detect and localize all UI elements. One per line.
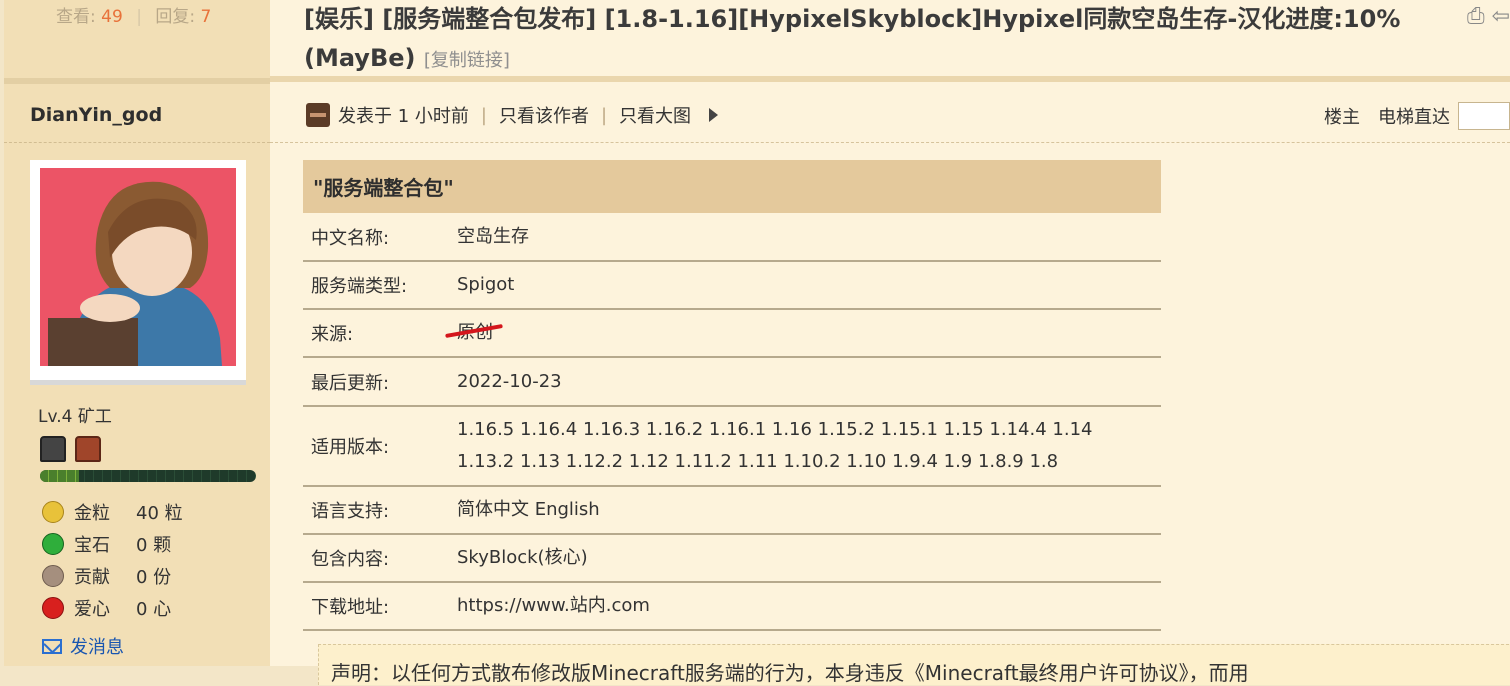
user-assets: 金粒 40 粒 宝石 0 颗 贡献 0 份 爱心 0 心 xyxy=(42,496,183,624)
avatar[interactable] xyxy=(40,168,236,366)
floor-label: 楼主 xyxy=(1324,107,1360,128)
brain-coral-icon xyxy=(42,565,64,587)
info-table: "服务端整合包" 中文名称: 空岛生存 服务端类型: Spigot 来源: 原创… xyxy=(303,160,1161,631)
table-row: 服务端类型: Spigot xyxy=(303,262,1161,310)
only-images-link[interactable]: 只看大图 xyxy=(619,102,691,128)
row-key: 适用版本: xyxy=(311,437,390,458)
row-key: 服务端类型: xyxy=(311,276,408,297)
apple-icon xyxy=(42,597,64,619)
author-name[interactable]: DianYin_god xyxy=(30,104,162,126)
gold-nugget-icon xyxy=(42,501,64,523)
row-key: 语言支持: xyxy=(311,501,390,522)
asset-name: 宝石 xyxy=(74,535,110,556)
row-value[interactable]: https://www.站内.com xyxy=(457,590,1161,622)
row-value: 2022-10-23 xyxy=(457,370,562,392)
meta-divider: | xyxy=(600,104,608,126)
asset-gold: 金粒 40 粒 xyxy=(42,496,183,528)
table-row: 中文名称: 空岛生存 xyxy=(303,213,1161,262)
asset-gem: 宝石 0 颗 xyxy=(42,528,183,560)
row-key: 来源: xyxy=(311,324,354,345)
row-value: 原创 xyxy=(457,317,1161,349)
user-level: Lv.4 矿工 xyxy=(38,407,112,427)
exp-progress-bar xyxy=(40,470,256,482)
thread-tools: ⎙ ⇦ xyxy=(1467,4,1510,29)
row-value: 空岛生存 xyxy=(457,225,529,247)
online-status-icon xyxy=(306,103,330,127)
asset-name: 金粒 xyxy=(74,503,110,524)
table-row: 最后更新: 2022-10-23 xyxy=(303,358,1161,407)
row-value: Spigot xyxy=(457,274,515,295)
author-sidebar: 查看: 49 | 回复: 7 DianYin_god Lv.4 矿工 金粒 40… xyxy=(4,0,270,666)
row-key: 最后更新: xyxy=(311,372,390,394)
print-icon[interactable]: ⎙ xyxy=(1467,4,1485,29)
table-row: 语言支持: 简体中文 English xyxy=(303,487,1161,535)
thread-stats: 查看: 49 | 回复: 7 xyxy=(56,2,211,27)
copy-link[interactable]: [复制链接] xyxy=(424,50,510,71)
meta-divider: | xyxy=(480,104,487,126)
table-row: 包含内容: SkyBlock(核心) xyxy=(303,535,1161,583)
replies-label: 回复: xyxy=(155,7,196,27)
replies-count: 7 xyxy=(200,7,212,27)
views-label: 查看: xyxy=(56,7,96,27)
thread-stats-bar: 查看: 49 | 回复: 7 xyxy=(4,0,270,84)
thread-title: [娱乐] [服务端整合包发布] [1.8-1.16][HypixelSkyblo… xyxy=(304,0,1444,80)
avatar-frame xyxy=(30,160,246,385)
emerald-icon xyxy=(42,533,64,555)
avatar-illustration xyxy=(40,168,236,366)
table-row: 来源: 原创 xyxy=(303,310,1161,358)
post-main: [娱乐] [服务端整合包发布] [1.8-1.16][HypixelSkyblo… xyxy=(270,0,1510,685)
author-row: DianYin_god xyxy=(4,84,270,143)
thread-title-area: [娱乐] [服务端整合包发布] [1.8-1.16][HypixelSkyblo… xyxy=(270,0,1510,82)
asset-name: 爱心 xyxy=(74,599,110,620)
asset-value: 0 份 xyxy=(136,567,172,588)
info-table-heading: "服务端整合包" xyxy=(303,160,1161,213)
row-value: 1.16.5 1.16.4 1.16.3 1.16.2 1.16.1 1.16 … xyxy=(457,419,1093,472)
row-key: 中文名称: xyxy=(311,227,390,249)
medal-list xyxy=(40,436,105,466)
only-author-link[interactable]: 只看该作者 xyxy=(499,102,589,128)
page: 查看: 49 | 回复: 7 DianYin_god Lv.4 矿工 金粒 40… xyxy=(0,0,1510,685)
medal-leather-helmet-icon[interactable] xyxy=(75,436,102,462)
post-time: 发表于 1 小时前 xyxy=(338,106,469,127)
row-key: 包含内容: xyxy=(311,549,390,570)
jump-label[interactable]: 电梯直达 xyxy=(1378,103,1450,129)
exp-progress-fill xyxy=(40,470,79,482)
play-triangle-icon[interactable] xyxy=(709,108,719,122)
disclaimer-text: 声明：以任何方式散布修改版Minecraft服务端的行为，本身违反《Minecr… xyxy=(331,661,1249,685)
envelope-icon xyxy=(42,638,62,654)
views-count: 49 xyxy=(101,7,123,27)
post-meta: 发表于 1 小时前 | 只看该作者 | 只看大图 xyxy=(306,102,719,128)
asset-value: 0 心 xyxy=(136,599,172,620)
table-row: 下载地址: https://www.站内.com xyxy=(303,583,1161,631)
medal-iron-helmet-icon[interactable] xyxy=(40,436,66,462)
row-value: SkyBlock(核心) xyxy=(457,547,588,568)
send-message-label: 发消息 xyxy=(70,637,124,658)
asset-love: 爱心 0 心 xyxy=(42,592,183,624)
disclaimer-box: 声明：以任何方式散布修改版Minecraft服务端的行为，本身违反《Minecr… xyxy=(318,644,1510,685)
asset-name: 贡献 xyxy=(74,567,110,588)
floor-controls: 楼主 电梯直达 xyxy=(1306,102,1510,130)
prev-thread-icon[interactable]: ⇦ xyxy=(1492,4,1510,29)
stats-divider: | xyxy=(136,7,142,27)
asset-value: 40 粒 xyxy=(136,503,183,524)
asset-value: 0 颗 xyxy=(136,535,172,556)
source-struck-value: 原创 xyxy=(457,317,493,349)
send-message-link[interactable]: 发消息 xyxy=(42,633,124,659)
row-value: 简体中文 English xyxy=(457,499,600,520)
post-meta-bar: 发表于 1 小时前 | 只看该作者 | 只看大图 楼主 电梯直达 xyxy=(270,82,1510,143)
table-row: 适用版本: 1.16.5 1.16.4 1.16.3 1.16.2 1.16.1… xyxy=(303,407,1161,487)
asset-contribution: 贡献 0 份 xyxy=(42,560,183,592)
floor-jump-input[interactable] xyxy=(1458,102,1510,130)
row-key: 下载地址: xyxy=(311,597,390,618)
